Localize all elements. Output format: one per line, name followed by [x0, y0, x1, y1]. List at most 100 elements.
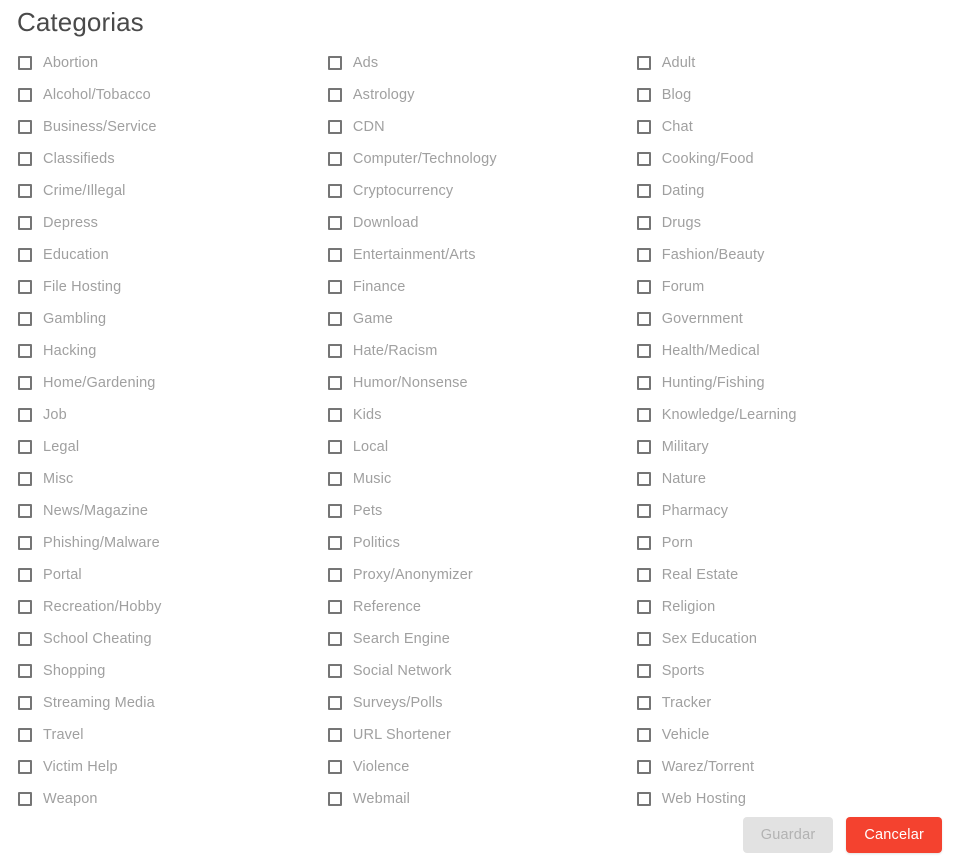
category-row[interactable]: Sports [636, 655, 959, 687]
category-row[interactable]: Travel [18, 719, 319, 751]
category-row[interactable]: URL Shortener [327, 719, 629, 751]
category-row[interactable]: Chat [636, 111, 959, 143]
category-row[interactable]: Hunting/Fishing [636, 367, 959, 399]
checkbox-unchecked-icon[interactable] [18, 696, 32, 710]
category-row[interactable]: Job [18, 399, 319, 431]
checkbox-unchecked-icon[interactable] [636, 376, 651, 390]
checkbox-unchecked-icon[interactable] [327, 56, 342, 70]
category-row[interactable]: Proxy/Anonymizer [327, 559, 629, 591]
category-row[interactable]: Cooking/Food [636, 143, 959, 175]
category-row[interactable]: Search Engine [327, 623, 629, 655]
checkbox-unchecked-icon[interactable] [636, 728, 651, 742]
category-row[interactable]: Webmail [327, 783, 629, 815]
checkbox-unchecked-icon[interactable] [327, 504, 342, 518]
checkbox-unchecked-icon[interactable] [636, 440, 651, 454]
checkbox-unchecked-icon[interactable] [18, 88, 32, 102]
checkbox-unchecked-icon[interactable] [327, 344, 342, 358]
category-row[interactable]: Dating [636, 175, 959, 207]
checkbox-unchecked-icon[interactable] [18, 248, 32, 262]
checkbox-unchecked-icon[interactable] [636, 184, 651, 198]
category-row[interactable]: Business/Service [18, 111, 319, 143]
checkbox-unchecked-icon[interactable] [636, 216, 651, 230]
checkbox-unchecked-icon[interactable] [636, 248, 651, 262]
category-row[interactable]: Alcohol/Tobacco [18, 79, 319, 111]
category-row[interactable]: Nature [636, 463, 959, 495]
category-row[interactable]: Abortion [18, 47, 319, 79]
category-row[interactable]: Web Hosting [636, 783, 959, 815]
category-row[interactable]: Pets [327, 495, 629, 527]
category-row[interactable]: Blog [636, 79, 959, 111]
category-row[interactable]: Computer/Technology [327, 143, 629, 175]
category-row[interactable]: Shopping [18, 655, 319, 687]
checkbox-unchecked-icon[interactable] [327, 760, 342, 774]
checkbox-unchecked-icon[interactable] [18, 792, 32, 806]
checkbox-unchecked-icon[interactable] [18, 664, 32, 678]
checkbox-unchecked-icon[interactable] [636, 792, 651, 806]
checkbox-unchecked-icon[interactable] [18, 504, 32, 518]
checkbox-unchecked-icon[interactable] [18, 600, 32, 614]
category-row[interactable]: Warez/Torrent [636, 751, 959, 783]
checkbox-unchecked-icon[interactable] [636, 152, 651, 166]
category-row[interactable]: Home/Gardening [18, 367, 319, 399]
checkbox-unchecked-icon[interactable] [327, 792, 342, 806]
checkbox-unchecked-icon[interactable] [18, 280, 32, 294]
checkbox-unchecked-icon[interactable] [636, 472, 651, 486]
category-row[interactable]: Crime/Illegal [18, 175, 319, 207]
category-row[interactable]: Vehicle [636, 719, 959, 751]
category-row[interactable]: Portal [18, 559, 319, 591]
category-row[interactable]: Depress [18, 207, 319, 239]
checkbox-unchecked-icon[interactable] [327, 568, 342, 582]
category-row[interactable]: Adult [636, 47, 959, 79]
category-row[interactable]: File Hosting [18, 271, 319, 303]
checkbox-unchecked-icon[interactable] [18, 152, 32, 166]
checkbox-unchecked-icon[interactable] [636, 56, 651, 70]
checkbox-unchecked-icon[interactable] [636, 408, 651, 422]
category-row[interactable]: Social Network [327, 655, 629, 687]
category-row[interactable]: Humor/Nonsense [327, 367, 629, 399]
checkbox-unchecked-icon[interactable] [327, 280, 342, 294]
category-row[interactable]: Music [327, 463, 629, 495]
checkbox-unchecked-icon[interactable] [636, 280, 651, 294]
checkbox-unchecked-icon[interactable] [636, 504, 651, 518]
checkbox-unchecked-icon[interactable] [327, 376, 342, 390]
category-row[interactable]: Reference [327, 591, 629, 623]
category-row[interactable]: Astrology [327, 79, 629, 111]
category-row[interactable]: Game [327, 303, 629, 335]
checkbox-unchecked-icon[interactable] [327, 248, 342, 262]
checkbox-unchecked-icon[interactable] [18, 56, 32, 70]
category-row[interactable]: Hacking [18, 335, 319, 367]
category-row[interactable]: Misc [18, 463, 319, 495]
category-row[interactable]: Knowledge/Learning [636, 399, 959, 431]
checkbox-unchecked-icon[interactable] [327, 536, 342, 550]
category-row[interactable]: Kids [327, 399, 629, 431]
category-row[interactable]: Government [636, 303, 959, 335]
category-row[interactable]: Legal [18, 431, 319, 463]
checkbox-unchecked-icon[interactable] [636, 568, 651, 582]
checkbox-unchecked-icon[interactable] [18, 472, 32, 486]
category-row[interactable]: Violence [327, 751, 629, 783]
checkbox-unchecked-icon[interactable] [18, 376, 32, 390]
category-row[interactable]: Sex Education [636, 623, 959, 655]
category-row[interactable]: Real Estate [636, 559, 959, 591]
checkbox-unchecked-icon[interactable] [327, 120, 342, 134]
checkbox-unchecked-icon[interactable] [327, 184, 342, 198]
category-row[interactable]: Politics [327, 527, 629, 559]
checkbox-unchecked-icon[interactable] [327, 664, 342, 678]
category-row[interactable]: Local [327, 431, 629, 463]
checkbox-unchecked-icon[interactable] [636, 88, 651, 102]
category-row[interactable]: Drugs [636, 207, 959, 239]
checkbox-unchecked-icon[interactable] [18, 440, 32, 454]
category-row[interactable]: Entertainment/Arts [327, 239, 629, 271]
category-row[interactable]: Porn [636, 527, 959, 559]
checkbox-unchecked-icon[interactable] [636, 696, 651, 710]
checkbox-unchecked-icon[interactable] [327, 728, 342, 742]
checkbox-unchecked-icon[interactable] [327, 312, 342, 326]
category-row[interactable]: Recreation/Hobby [18, 591, 319, 623]
checkbox-unchecked-icon[interactable] [636, 600, 651, 614]
category-row[interactable]: Religion [636, 591, 959, 623]
category-row[interactable]: Phishing/Malware [18, 527, 319, 559]
category-row[interactable]: CDN [327, 111, 629, 143]
category-row[interactable]: Ads [327, 47, 629, 79]
category-row[interactable]: Forum [636, 271, 959, 303]
category-row[interactable]: Streaming Media [18, 687, 319, 719]
